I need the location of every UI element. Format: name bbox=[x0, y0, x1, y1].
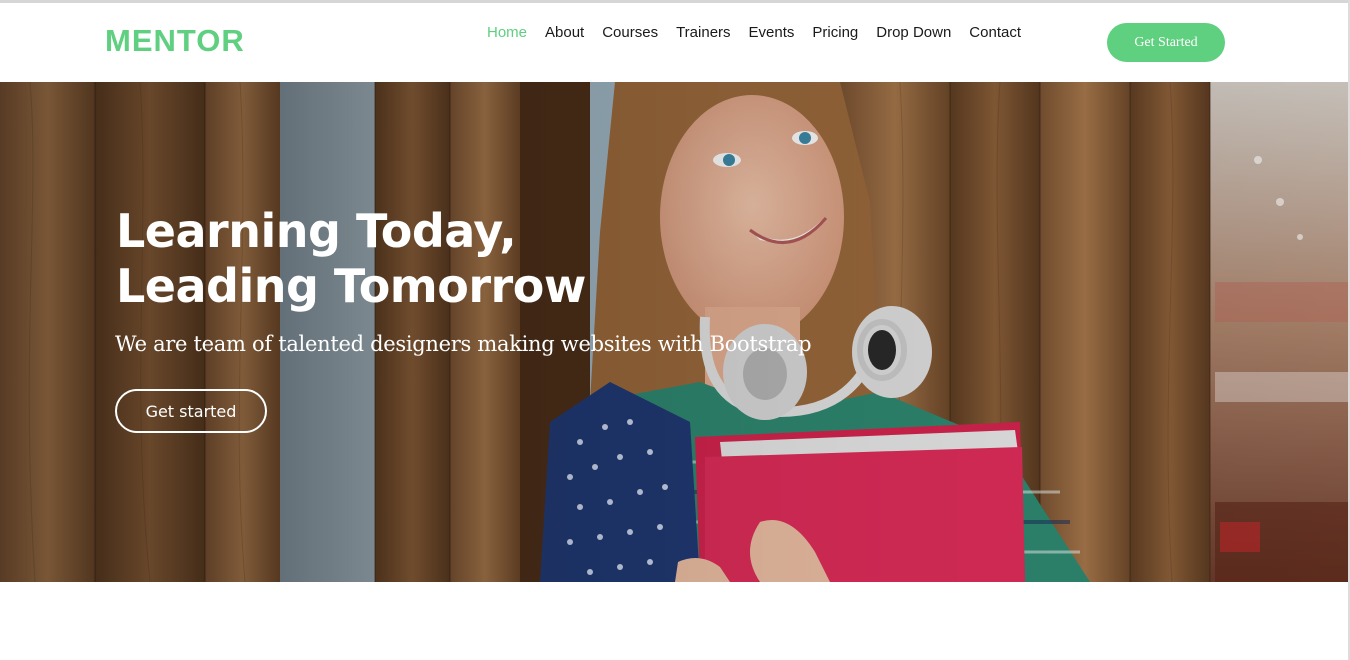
brand-logo[interactable]: MENTOR bbox=[105, 23, 245, 59]
nav-pricing[interactable]: Pricing bbox=[803, 24, 867, 42]
nav-drop-down[interactable]: Drop Down bbox=[867, 24, 960, 42]
site-header: MENTOR Home About Courses Trainers Event… bbox=[0, 3, 1348, 82]
hero-title-line1: Learning Today, bbox=[116, 204, 517, 258]
nav-home[interactable]: Home bbox=[478, 24, 536, 42]
nav-events[interactable]: Events bbox=[740, 24, 804, 42]
hero-subtitle: We are team of talented designers making… bbox=[115, 332, 812, 356]
hero-section: Learning Today, Leading Tomorrow We are … bbox=[0, 82, 1348, 582]
nav-contact[interactable]: Contact bbox=[960, 24, 1030, 42]
main-nav: Home About Courses Trainers Events Prici… bbox=[478, 24, 1030, 42]
nav-courses[interactable]: Courses bbox=[593, 24, 667, 42]
nav-about[interactable]: About bbox=[536, 24, 593, 42]
hero-title-line2: Leading Tomorrow bbox=[116, 259, 586, 313]
hero-title: Learning Today, Leading Tomorrow bbox=[116, 204, 586, 314]
hero-get-started-button[interactable]: Get started bbox=[115, 389, 267, 433]
nav-trainers[interactable]: Trainers bbox=[667, 24, 739, 42]
get-started-button[interactable]: Get Started bbox=[1107, 23, 1225, 62]
